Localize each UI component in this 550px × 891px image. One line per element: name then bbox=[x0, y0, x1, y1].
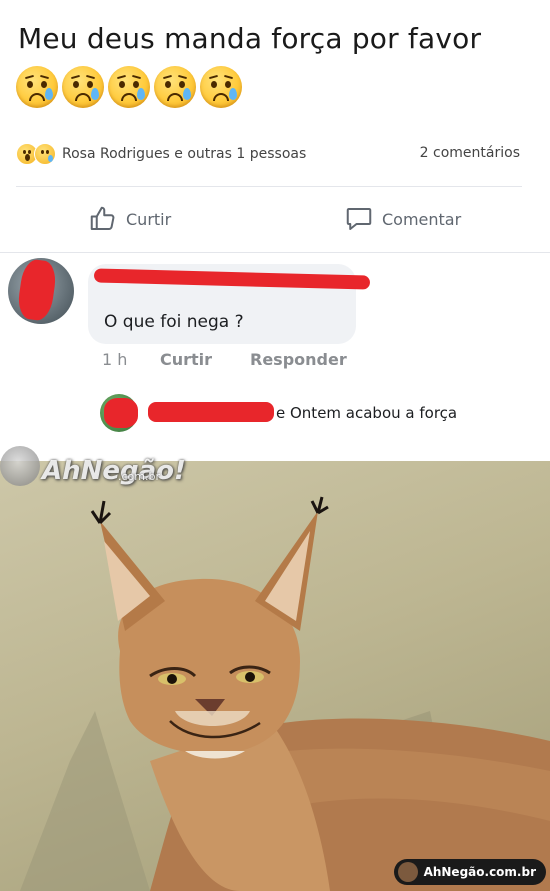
reply-text: e Ontem acabou a força bbox=[276, 404, 458, 422]
site-badge: AhNegão.com.br bbox=[393, 859, 546, 885]
divider bbox=[16, 186, 522, 187]
comment-reply-link[interactable]: Responder bbox=[250, 350, 347, 369]
comment-label: Comentar bbox=[382, 209, 462, 229]
sad-tear-emoji bbox=[108, 66, 150, 108]
watermark-brand: AhNegão! bbox=[42, 456, 186, 486]
like-label: Curtir bbox=[126, 209, 172, 229]
sad-tear-emoji bbox=[16, 66, 58, 108]
thumbs-up-icon bbox=[90, 206, 115, 230]
comment-time: 1 h bbox=[102, 350, 128, 369]
watermark: AhNegão! .com.br bbox=[0, 436, 186, 486]
divider bbox=[0, 252, 550, 253]
badge-text: AhNegão.com.br bbox=[423, 865, 536, 879]
reaction-icons bbox=[16, 143, 56, 165]
sad-tear-emoji bbox=[200, 66, 242, 108]
reactions-summary[interactable]: Rosa Rodrigues e outras 1 pessoas bbox=[16, 143, 306, 165]
mascot-icon bbox=[0, 446, 40, 486]
mascot-icon bbox=[397, 862, 418, 882]
emoji-row bbox=[16, 66, 242, 110]
facebook-post: Meu deus manda força por favor Rosa Rodr… bbox=[0, 0, 550, 460]
comment-text: O que foi nega ? bbox=[104, 312, 244, 332]
comments-count[interactable]: 2 comentários bbox=[420, 145, 520, 161]
post-actions: Curtir Comentar bbox=[0, 196, 550, 242]
caracal-illustration bbox=[20, 496, 550, 891]
sad-reaction-icon bbox=[34, 143, 56, 165]
redaction-mark bbox=[104, 398, 138, 428]
like-button[interactable]: Curtir bbox=[88, 204, 171, 234]
sad-tear-emoji bbox=[154, 66, 196, 108]
sad-tear-emoji bbox=[62, 66, 104, 108]
watermark-sub: .com.br bbox=[118, 470, 160, 483]
reactions-text: Rosa Rodrigues e outras 1 pessoas bbox=[62, 146, 307, 162]
comment-like-link[interactable]: Curtir bbox=[160, 350, 212, 369]
post-text: Meu deus manda força por favor bbox=[18, 22, 482, 55]
caracal-photo: AhNegão.com.br bbox=[0, 461, 550, 891]
redaction-mark bbox=[148, 402, 274, 422]
screenshot-page: Meu deus manda força por favor Rosa Rodr… bbox=[0, 0, 550, 891]
comment-bubble-icon bbox=[346, 208, 372, 230]
comment-button[interactable]: Comentar bbox=[344, 204, 461, 234]
